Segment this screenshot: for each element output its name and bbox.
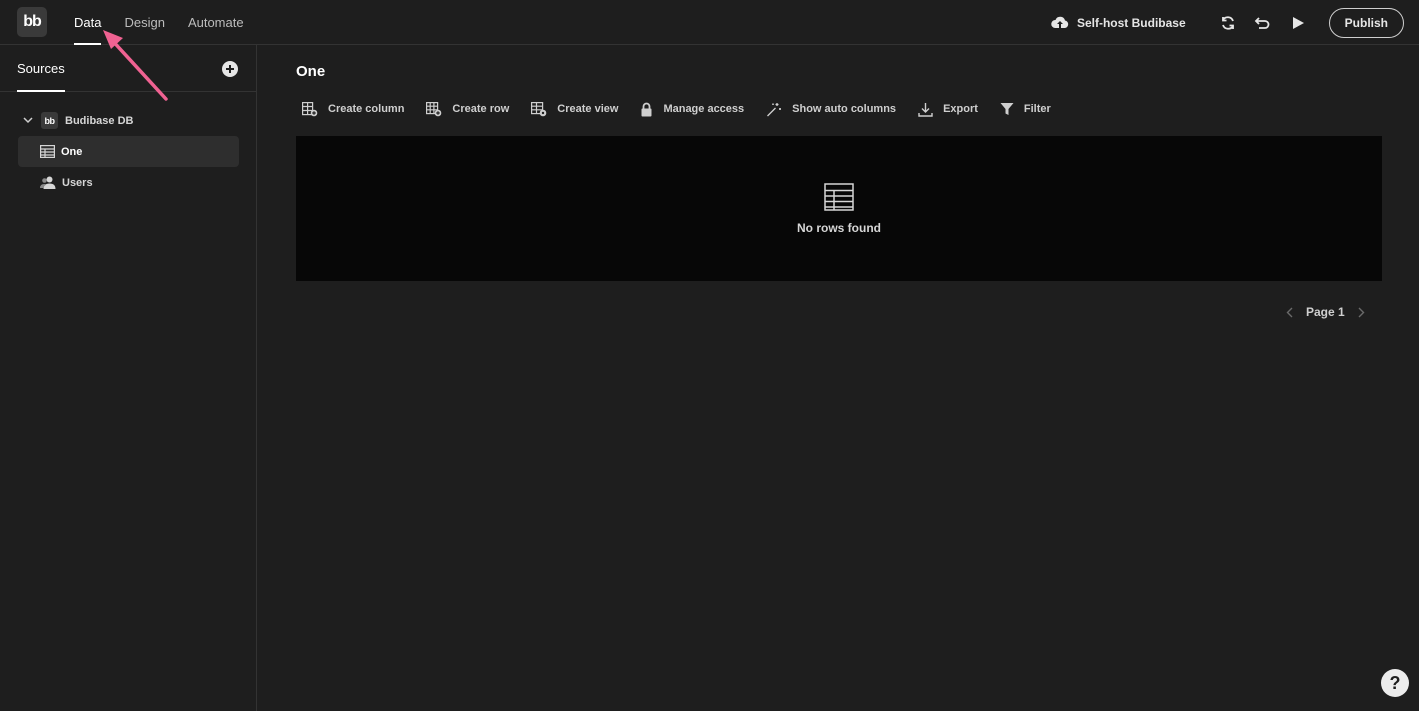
play-preview-icon[interactable]	[1288, 13, 1308, 33]
tool-label: Filter	[1023, 103, 1051, 115]
manage-access-button[interactable]: Manage access	[640, 102, 744, 117]
chevron-right-icon[interactable]	[1355, 307, 1369, 318]
budibase-db-logo: bb	[41, 112, 58, 129]
chevron-down-icon[interactable]	[23, 117, 35, 124]
sidebar-item-users[interactable]: Users	[18, 167, 239, 198]
sidebar: Sources bb Budibase DB One Users	[0, 45, 257, 711]
table-icon	[40, 145, 55, 158]
self-host-label: Self-host Budibase	[1076, 15, 1186, 30]
filter-button[interactable]: Filter	[1000, 102, 1051, 116]
tab-automate[interactable]: Automate	[188, 0, 244, 45]
self-host-button[interactable]: Self-host Budibase	[1051, 16, 1186, 30]
sidebar-item-one[interactable]: One	[18, 136, 239, 167]
table-toolbar: Create column Create row Create view Man…	[302, 100, 1073, 118]
show-auto-columns-button[interactable]: Show auto columns	[766, 102, 896, 117]
budibase-logo[interactable]: bb	[17, 7, 47, 37]
create-column-icon	[302, 101, 318, 116]
sidebar-header: Sources	[0, 45, 256, 92]
add-source-icon[interactable]	[221, 60, 239, 78]
chevron-left-icon[interactable]	[1282, 307, 1296, 318]
empty-state-message: No rows found	[797, 220, 881, 235]
empty-table-icon	[824, 182, 854, 211]
main-content: One Create column Create row Create view	[257, 45, 1419, 711]
page-label: Page 1	[1306, 305, 1345, 319]
magic-wand-icon	[767, 102, 782, 116]
top-right-actions: Self-host Budibase Publish	[1051, 0, 1404, 45]
tab-sources[interactable]: Sources	[17, 45, 65, 92]
table-grid-empty: No rows found	[296, 136, 1382, 281]
tool-label: Create column	[328, 103, 405, 115]
export-button[interactable]: Export	[918, 102, 978, 117]
users-icon	[40, 176, 56, 189]
datasource-budibase-db[interactable]: bb Budibase DB	[0, 105, 256, 136]
download-icon	[918, 102, 933, 117]
create-row-button[interactable]: Create row	[426, 101, 510, 117]
top-nav: Data Design Automate	[74, 0, 267, 45]
publish-button[interactable]: Publish	[1328, 7, 1404, 38]
tool-label: Manage access	[663, 103, 745, 115]
filter-icon	[1000, 103, 1014, 115]
datasource-name: Budibase DB	[65, 114, 134, 127]
tool-label: Create view	[557, 103, 619, 115]
tool-label: Export	[943, 103, 978, 115]
revert-icon[interactable]	[1253, 13, 1273, 33]
pagination: Page 1	[1282, 305, 1369, 319]
sidebar-item-label: One	[61, 145, 83, 158]
create-view-button[interactable]: Create view	[531, 101, 619, 117]
cloud-upload-icon	[1051, 16, 1069, 28]
create-view-icon	[531, 101, 547, 116]
sidebar-item-label: Users	[62, 176, 93, 189]
datasource-tree: bb Budibase DB One Users	[0, 105, 256, 198]
tool-label: Show auto columns	[792, 103, 897, 115]
tab-data[interactable]: Data	[74, 0, 102, 45]
tab-design[interactable]: Design	[124, 0, 164, 45]
tool-label: Create row	[452, 103, 510, 115]
create-row-icon	[426, 101, 442, 116]
help-button[interactable]: ?	[1381, 669, 1409, 697]
page-title: One	[296, 63, 326, 80]
top-bar: bb Data Design Automate Self-host Budiba…	[0, 0, 1419, 45]
refresh-icon[interactable]	[1218, 13, 1238, 33]
lock-icon	[641, 102, 652, 116]
create-column-button[interactable]: Create column	[302, 101, 405, 117]
